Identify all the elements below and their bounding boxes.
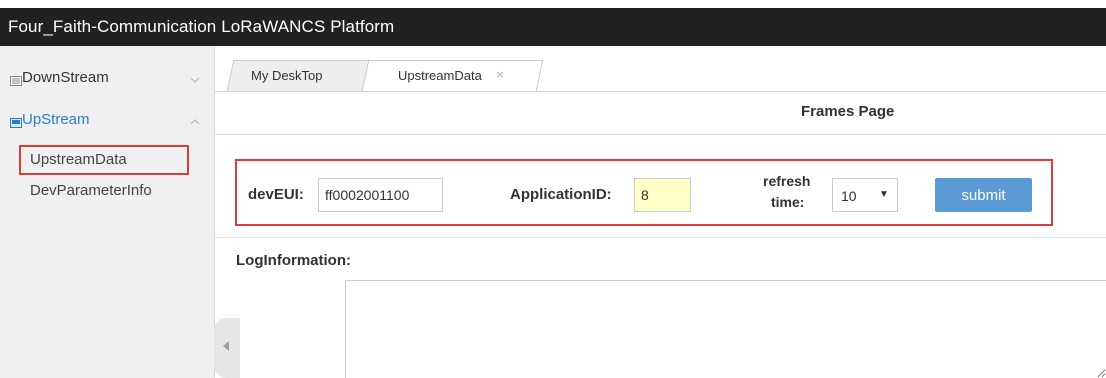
dev-eui-input[interactable] — [318, 178, 443, 212]
sidebar-item-devparameterinfo[interactable]: DevParameterInfo — [0, 178, 214, 206]
sidebar: DownStream UpStream UpstreamData DevPara… — [0, 46, 215, 378]
list-icon — [10, 73, 22, 86]
application-id-input[interactable] — [634, 178, 691, 212]
tab-label: UpstreamData — [398, 68, 482, 83]
highlight-box — [19, 145, 189, 175]
monitor-icon — [10, 115, 22, 128]
tab-bar: My DeskTop UpstreamData × — [215, 46, 1106, 92]
sidebar-collapse-toggle[interactable] — [214, 318, 240, 378]
top-strip — [0, 0, 1106, 8]
dropdown-arrow-icon: ▼ — [879, 189, 889, 200]
submit-button[interactable]: submit — [935, 178, 1032, 212]
close-icon[interactable]: × — [496, 67, 504, 82]
frame-title-bar: Frames Page — [215, 92, 1106, 135]
refresh-time-select[interactable]: 10 ▼ — [832, 178, 898, 212]
refresh-time-label-line1: refresh — [763, 173, 811, 189]
app-title: Four_Faith-Communication LoRaWANCS Platf… — [8, 17, 395, 36]
sidebar-group-label: UpStream — [22, 111, 90, 128]
app-header: Four_Faith-Communication LoRaWANCS Platf… — [0, 8, 1106, 46]
chevron-down-icon[interactable] — [190, 72, 200, 83]
chevron-up-icon[interactable] — [190, 114, 200, 125]
sidebar-group-label: DownStream — [22, 69, 109, 86]
page-title: Frames Page — [801, 103, 895, 120]
tab-label: My DeskTop — [251, 68, 323, 83]
log-textarea[interactable] — [345, 280, 1106, 378]
arrow-left-icon — [223, 341, 229, 351]
tab-my-desktop[interactable]: My DeskTop — [226, 60, 384, 91]
application-id-label: ApplicationID: — [510, 186, 612, 203]
sidebar-item-label: DevParameterInfo — [30, 182, 152, 199]
dev-eui-label: devEUI: — [248, 186, 304, 203]
sidebar-item-upstreamdata[interactable]: UpstreamData — [0, 145, 214, 175]
refresh-time-label-line2: time: — [771, 194, 805, 210]
sidebar-group-upstream[interactable]: UpStream — [0, 102, 214, 138]
refresh-time-value: 10 — [841, 188, 857, 204]
log-information-label: LogInformation: — [236, 252, 351, 269]
sidebar-group-downstream[interactable]: DownStream — [0, 60, 214, 96]
divider — [215, 237, 1106, 238]
tab-upstreamdata[interactable]: UpstreamData × — [361, 60, 544, 91]
